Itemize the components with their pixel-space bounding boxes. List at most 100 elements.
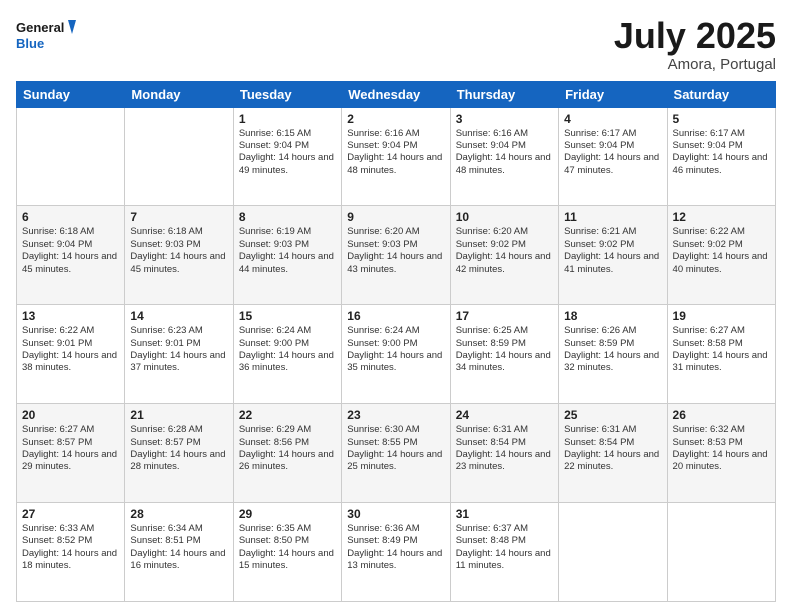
day-content: Sunrise: 6:20 AMSunset: 9:03 PMDaylight:…	[347, 226, 444, 275]
day-number: 1	[239, 112, 336, 126]
day-number: 27	[22, 507, 119, 521]
day-number: 8	[239, 210, 336, 224]
table-row: 15 Sunrise: 6:24 AMSunset: 9:00 PMDayligh…	[233, 305, 341, 404]
table-row	[559, 503, 667, 602]
day-number: 31	[456, 507, 553, 521]
day-number: 11	[564, 210, 661, 224]
day-content: Sunrise: 6:22 AMSunset: 9:02 PMDaylight:…	[673, 226, 770, 275]
table-row: 14 Sunrise: 6:23 AMSunset: 9:01 PMDayligh…	[125, 305, 233, 404]
day-content: Sunrise: 6:30 AMSunset: 8:55 PMDaylight:…	[347, 424, 444, 473]
day-content: Sunrise: 6:15 AMSunset: 9:04 PMDaylight:…	[239, 128, 336, 177]
table-row: 22 Sunrise: 6:29 AMSunset: 8:56 PMDayligh…	[233, 404, 341, 503]
table-row: 13 Sunrise: 6:22 AMSunset: 9:01 PMDayligh…	[17, 305, 125, 404]
table-row	[667, 503, 775, 602]
title-block: July 2025 Amora, Portugal	[614, 16, 776, 73]
day-number: 30	[347, 507, 444, 521]
day-number: 15	[239, 309, 336, 323]
table-row: 4 Sunrise: 6:17 AMSunset: 9:04 PMDaylight…	[559, 107, 667, 206]
calendar-week-row: 6 Sunrise: 6:18 AMSunset: 9:04 PMDaylight…	[17, 206, 776, 305]
day-content: Sunrise: 6:29 AMSunset: 8:56 PMDaylight:…	[239, 424, 336, 473]
day-content: Sunrise: 6:24 AMSunset: 9:00 PMDaylight:…	[239, 325, 336, 374]
day-number: 6	[22, 210, 119, 224]
table-row: 23Sunrise: 6:30 AMSunset: 8:55 PMDayligh…	[342, 404, 450, 503]
header: General Blue July 2025 Amora, Portugal	[16, 16, 776, 73]
day-content: Sunrise: 6:21 AMSunset: 9:02 PMDaylight:…	[564, 226, 661, 275]
table-row: 30Sunrise: 6:36 AMSunset: 8:49 PMDayligh…	[342, 503, 450, 602]
day-number: 16	[347, 309, 444, 323]
day-number: 24	[456, 408, 553, 422]
day-content: Sunrise: 6:22 AMSunset: 9:01 PMDaylight:…	[22, 325, 119, 374]
day-number: 20	[22, 408, 119, 422]
table-row: 12Sunrise: 6:22 AMSunset: 9:02 PMDayligh…	[667, 206, 775, 305]
day-content: Sunrise: 6:18 AMSunset: 9:04 PMDaylight:…	[22, 226, 119, 275]
table-row: 25 Sunrise: 6:31 AMSunset: 8:54 PMDayligh…	[559, 404, 667, 503]
location-subtitle: Amora, Portugal	[614, 56, 776, 73]
table-row	[17, 107, 125, 206]
svg-text:Blue: Blue	[16, 36, 44, 51]
table-row: 1 Sunrise: 6:15 AMSunset: 9:04 PMDaylight…	[233, 107, 341, 206]
day-content: Sunrise: 6:16 AMSunset: 9:04 PMDaylight:…	[347, 128, 444, 177]
day-content: Sunrise: 6:37 AMSunset: 8:48 PMDaylight:…	[456, 523, 553, 572]
day-content: Sunrise: 6:18 AMSunset: 9:03 PMDaylight:…	[130, 226, 227, 275]
day-number: 4	[564, 112, 661, 126]
day-content: Sunrise: 6:17 AMSunset: 9:04 PMDaylight:…	[673, 128, 770, 177]
table-row: 5 Sunrise: 6:17 AMSunset: 9:04 PMDaylight…	[667, 107, 775, 206]
day-content: Sunrise: 6:33 AMSunset: 8:52 PMDaylight:…	[22, 523, 119, 572]
table-row	[125, 107, 233, 206]
calendar-week-row: 20 Sunrise: 6:27 AMSunset: 8:57 PMDayligh…	[17, 404, 776, 503]
day-number: 7	[130, 210, 227, 224]
svg-text:General: General	[16, 20, 64, 35]
day-content: Sunrise: 6:26 AMSunset: 8:59 PMDaylight:…	[564, 325, 661, 374]
day-number: 22	[239, 408, 336, 422]
calendar-week-row: 27 Sunrise: 6:33 AMSunset: 8:52 PMDayligh…	[17, 503, 776, 602]
table-row: 9 Sunrise: 6:20 AMSunset: 9:03 PMDaylight…	[342, 206, 450, 305]
month-title: July 2025	[614, 16, 776, 56]
day-number: 2	[347, 112, 444, 126]
day-content: Sunrise: 6:23 AMSunset: 9:01 PMDaylight:…	[130, 325, 227, 374]
day-number: 14	[130, 309, 227, 323]
col-saturday: Saturday	[667, 81, 775, 107]
table-row: 19 Sunrise: 6:27 AMSunset: 8:58 PMDayligh…	[667, 305, 775, 404]
table-row: 3Sunrise: 6:16 AMSunset: 9:04 PMDaylight…	[450, 107, 558, 206]
day-content: Sunrise: 6:27 AMSunset: 8:58 PMDaylight:…	[673, 325, 770, 374]
day-content: Sunrise: 6:27 AMSunset: 8:57 PMDaylight:…	[22, 424, 119, 473]
calendar-header-row: Sunday Monday Tuesday Wednesday Thursday…	[17, 81, 776, 107]
table-row: 18 Sunrise: 6:26 AMSunset: 8:59 PMDayligh…	[559, 305, 667, 404]
col-thursday: Thursday	[450, 81, 558, 107]
day-content: Sunrise: 6:32 AMSunset: 8:53 PMDaylight:…	[673, 424, 770, 473]
table-row: 17Sunrise: 6:25 AMSunset: 8:59 PMDayligh…	[450, 305, 558, 404]
col-tuesday: Tuesday	[233, 81, 341, 107]
day-number: 5	[673, 112, 770, 126]
day-number: 9	[347, 210, 444, 224]
day-number: 3	[456, 112, 553, 126]
page: General Blue July 2025 Amora, Portugal S…	[0, 0, 792, 612]
day-content: Sunrise: 6:35 AMSunset: 8:50 PMDaylight:…	[239, 523, 336, 572]
table-row: 7 Sunrise: 6:18 AMSunset: 9:03 PMDaylight…	[125, 206, 233, 305]
day-content: Sunrise: 6:31 AMSunset: 8:54 PMDaylight:…	[564, 424, 661, 473]
col-sunday: Sunday	[17, 81, 125, 107]
table-row: 31 Sunrise: 6:37 AMSunset: 8:48 PMDayligh…	[450, 503, 558, 602]
calendar-week-row: 13 Sunrise: 6:22 AMSunset: 9:01 PMDayligh…	[17, 305, 776, 404]
day-number: 21	[130, 408, 227, 422]
day-number: 26	[673, 408, 770, 422]
day-number: 13	[22, 309, 119, 323]
day-content: Sunrise: 6:20 AMSunset: 9:02 PMDaylight:…	[456, 226, 553, 275]
day-content: Sunrise: 6:34 AMSunset: 8:51 PMDaylight:…	[130, 523, 227, 572]
table-row: 26 Sunrise: 6:32 AMSunset: 8:53 PMDayligh…	[667, 404, 775, 503]
table-row: 2 Sunrise: 6:16 AMSunset: 9:04 PMDaylight…	[342, 107, 450, 206]
calendar-week-row: 1 Sunrise: 6:15 AMSunset: 9:04 PMDaylight…	[17, 107, 776, 206]
table-row: 16Sunrise: 6:24 AMSunset: 9:00 PMDayligh…	[342, 305, 450, 404]
day-number: 28	[130, 507, 227, 521]
day-number: 29	[239, 507, 336, 521]
table-row: 20 Sunrise: 6:27 AMSunset: 8:57 PMDayligh…	[17, 404, 125, 503]
day-number: 10	[456, 210, 553, 224]
table-row: 11 Sunrise: 6:21 AMSunset: 9:02 PMDayligh…	[559, 206, 667, 305]
table-row: 27 Sunrise: 6:33 AMSunset: 8:52 PMDayligh…	[17, 503, 125, 602]
table-row: 29 Sunrise: 6:35 AMSunset: 8:50 PMDayligh…	[233, 503, 341, 602]
col-wednesday: Wednesday	[342, 81, 450, 107]
day-content: Sunrise: 6:19 AMSunset: 9:03 PMDaylight:…	[239, 226, 336, 275]
day-number: 18	[564, 309, 661, 323]
day-content: Sunrise: 6:17 AMSunset: 9:04 PMDaylight:…	[564, 128, 661, 177]
day-number: 19	[673, 309, 770, 323]
day-number: 25	[564, 408, 661, 422]
